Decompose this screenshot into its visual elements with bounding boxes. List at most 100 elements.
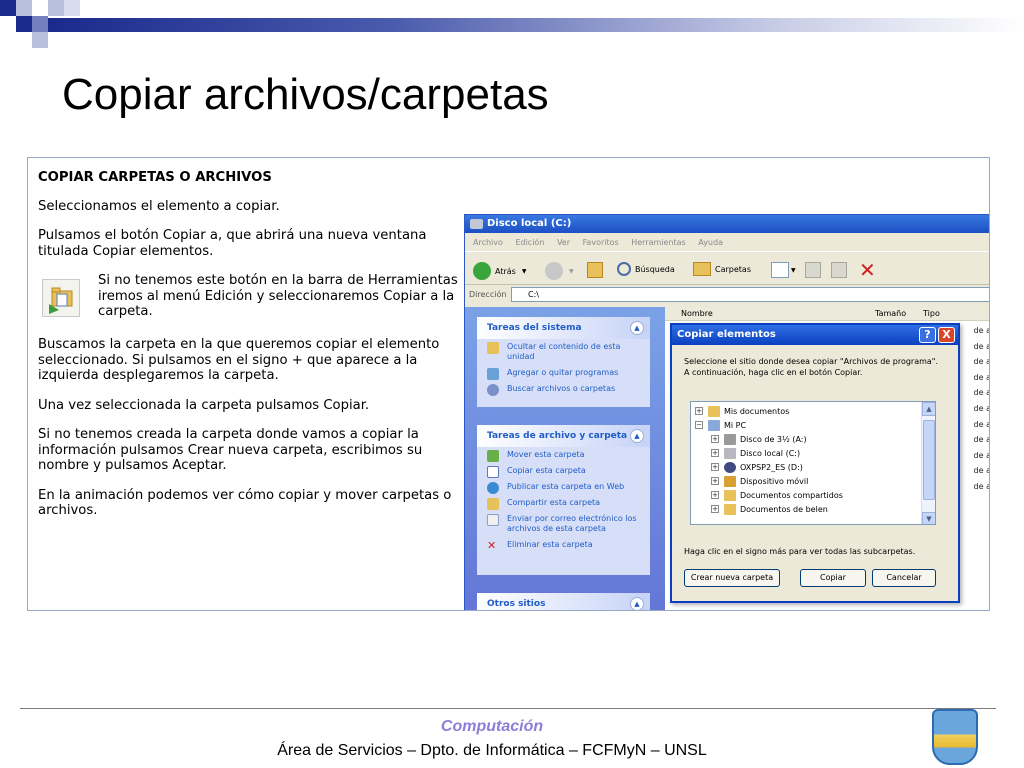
collapse-icon[interactable]: ▲	[630, 597, 644, 610]
tree-node[interactable]: + Dispositivo móvil	[711, 474, 808, 488]
instructions-column: COPIAR CARPETAS O ARCHIVOS Seleccionamos…	[38, 170, 458, 533]
folders-icon	[693, 262, 711, 276]
scroll-down-icon[interactable]: ▼	[922, 512, 935, 524]
menu-item-archivo[interactable]: Archivo	[473, 238, 503, 247]
move-to-icon	[805, 262, 821, 278]
search-button[interactable]: Búsqueda	[617, 262, 675, 276]
toolbar: Atrás ▼ ▼ Búsqueda Carpetas ▼ ✕	[465, 251, 989, 285]
tree-node[interactable]: + Mis documentos	[695, 404, 789, 418]
system-tasks-pane: Tareas del sistema ▲ Ocultar el contenid…	[477, 317, 650, 407]
task-link[interactable]: Publicar esta carpeta en Web	[477, 479, 650, 495]
type-cell: de a	[973, 388, 990, 398]
dialog-hint: Haga clic en el signo más para ver todas…	[684, 547, 916, 556]
cancel-button[interactable]: Cancelar	[872, 569, 936, 587]
expand-plus-icon[interactable]: +	[711, 449, 719, 457]
copy-to-icon	[831, 262, 847, 278]
other-places-header[interactable]: Otros sitios ▲	[477, 593, 650, 610]
task-link[interactable]: ✕ Eliminar esta carpeta	[477, 537, 650, 553]
instruction-paragraph: En la animación podemos ver cómo copiar …	[38, 487, 452, 519]
task-link[interactable]: Copiar esta carpeta	[477, 463, 650, 479]
expand-plus-icon[interactable]: +	[711, 491, 719, 499]
instruction-paragraph: Seleccionamos el elemento a copiar.	[38, 198, 280, 214]
type-cell: de a	[973, 450, 990, 460]
expand-plus-icon[interactable]: +	[711, 477, 719, 485]
file-tasks-header[interactable]: Tareas de archivo y carpeta ▲	[477, 425, 650, 447]
delete-x-icon: ✕	[487, 539, 497, 552]
help-button[interactable]: ?	[919, 327, 936, 343]
up-folder-button[interactable]	[587, 262, 603, 278]
search-icon	[487, 384, 499, 396]
close-button[interactable]: X	[938, 327, 955, 343]
type-cell: de a	[973, 481, 990, 491]
tree-node[interactable]: + Documentos de belen	[711, 502, 828, 516]
task-link[interactable]: Compartir esta carpeta	[477, 495, 650, 511]
type-cell: de a	[973, 403, 990, 413]
header-gradient-bar	[48, 18, 1024, 32]
folder-icon	[708, 405, 720, 417]
drive-icon	[470, 219, 483, 229]
system-tasks-title: Tareas del sistema	[487, 323, 582, 333]
tip-block: Si no tenemos este botón en la barra de …	[38, 273, 458, 323]
copy-to-button[interactable]	[831, 262, 847, 278]
dropdown-arrow-icon: ▼	[569, 267, 574, 275]
menu-item-ayuda[interactable]: Ayuda	[698, 238, 723, 247]
instruction-paragraph: Si no tenemos creada la carpeta donde va…	[38, 427, 423, 473]
task-link[interactable]: Mover esta carpeta	[477, 447, 650, 463]
address-label: Dirección	[469, 290, 507, 299]
file-tasks-pane: Tareas de archivo y carpeta ▲ Mover esta…	[477, 425, 650, 575]
folders-button[interactable]: Carpetas	[693, 262, 751, 276]
file-tasks-title: Tareas de archivo y carpeta	[487, 431, 628, 441]
new-folder-button[interactable]: Crear nueva carpeta	[684, 569, 780, 587]
task-link[interactable]: Buscar archivos o carpetas	[477, 381, 650, 397]
expand-plus-icon[interactable]: +	[695, 407, 703, 415]
computer-icon	[708, 419, 720, 431]
move-to-button[interactable]	[805, 262, 821, 278]
tree-node[interactable]: − Mi PC	[695, 418, 746, 432]
hide-contents-icon	[487, 342, 499, 354]
publish-web-icon	[487, 482, 499, 494]
task-link[interactable]: Agregar o quitar programas	[477, 365, 650, 381]
type-cell: de a	[973, 435, 990, 445]
back-label: Atrás	[495, 266, 516, 276]
delete-button[interactable]: ✕	[859, 258, 876, 282]
screenshot-panel: COPIAR CARPETAS O ARCHIVOS Seleccionamos…	[27, 157, 990, 611]
column-type[interactable]: Tipo	[923, 309, 940, 318]
collapse-icon[interactable]: ▲	[630, 321, 644, 335]
add-remove-programs-icon	[487, 368, 499, 380]
tree-node[interactable]: + Disco de 3½ (A:)	[711, 432, 807, 446]
tree-node[interactable]: + Documentos compartidos	[711, 488, 843, 502]
type-column-cells: de a de a de a de a de a de a de a de a …	[973, 323, 990, 495]
footer-course: Computación	[440, 718, 544, 735]
collapse-icon[interactable]: ▲	[630, 429, 644, 443]
expand-plus-icon[interactable]: +	[711, 505, 719, 513]
folder-tree: + Mis documentos − Mi PC + Disco de 3½ (A:)…	[690, 401, 936, 525]
back-button[interactable]: Atrás ▼	[473, 262, 526, 280]
column-size[interactable]: Tamaño	[875, 309, 906, 318]
task-sidebar: Tareas del sistema ▲ Ocultar el contenid…	[465, 307, 665, 610]
tree-node[interactable]: + Disco local (C:)	[711, 446, 800, 460]
task-link[interactable]: Enviar por correo electrónico los archiv…	[477, 511, 650, 537]
forward-button[interactable]: ▼	[545, 262, 574, 280]
email-icon	[487, 514, 499, 526]
tree-scrollbar[interactable]: ▲ ▼	[921, 402, 935, 524]
column-name[interactable]: Nombre	[681, 309, 713, 318]
collapse-minus-icon[interactable]: −	[695, 421, 703, 429]
menu-item-favoritos[interactable]: Favoritos	[583, 238, 619, 247]
copy-button[interactable]: Copiar	[800, 569, 866, 587]
scroll-thumb[interactable]	[923, 420, 935, 500]
scroll-up-icon[interactable]: ▲	[922, 402, 935, 416]
explorer-title: Disco local (C:)	[487, 218, 572, 229]
menu-item-ver[interactable]: Ver	[557, 238, 570, 247]
system-tasks-header[interactable]: Tareas del sistema ▲	[477, 317, 650, 339]
menu-item-herramientas[interactable]: Herramientas	[631, 238, 686, 247]
share-folder-icon	[487, 498, 499, 510]
expand-plus-icon[interactable]: +	[711, 435, 719, 443]
address-input[interactable]: C:\	[511, 287, 989, 302]
other-places-title: Otros sitios	[487, 599, 546, 609]
expand-plus-icon[interactable]: +	[711, 463, 719, 471]
tree-node[interactable]: + OXPSP2_ES (D:)	[711, 460, 803, 474]
views-button[interactable]: ▼	[771, 262, 796, 278]
dialog-title-bar: Copiar elementos ? X	[672, 325, 958, 345]
task-link[interactable]: Ocultar el contenido de esta unidad	[477, 339, 650, 365]
menu-item-edicion[interactable]: Edición	[515, 238, 544, 247]
